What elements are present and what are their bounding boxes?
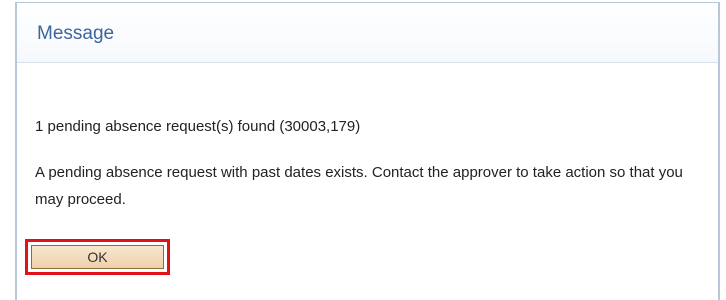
ok-button-highlight: OK (25, 239, 170, 275)
approval-instruction-message: A pending absence request with past date… (35, 164, 683, 208)
dialog-titlebar: Message (17, 3, 718, 63)
dialog-title: Message (37, 23, 115, 44)
message-dialog: Message 1 pending absence request(s) fou… (15, 2, 720, 300)
pending-request-message: 1 pending absence request(s) found (3000… (35, 118, 361, 135)
ok-button[interactable]: OK (31, 245, 164, 269)
dialog-content: 1 pending absence request(s) found (3000… (35, 117, 705, 208)
screenshot-stage: Message 1 pending absence request(s) fou… (0, 0, 726, 300)
